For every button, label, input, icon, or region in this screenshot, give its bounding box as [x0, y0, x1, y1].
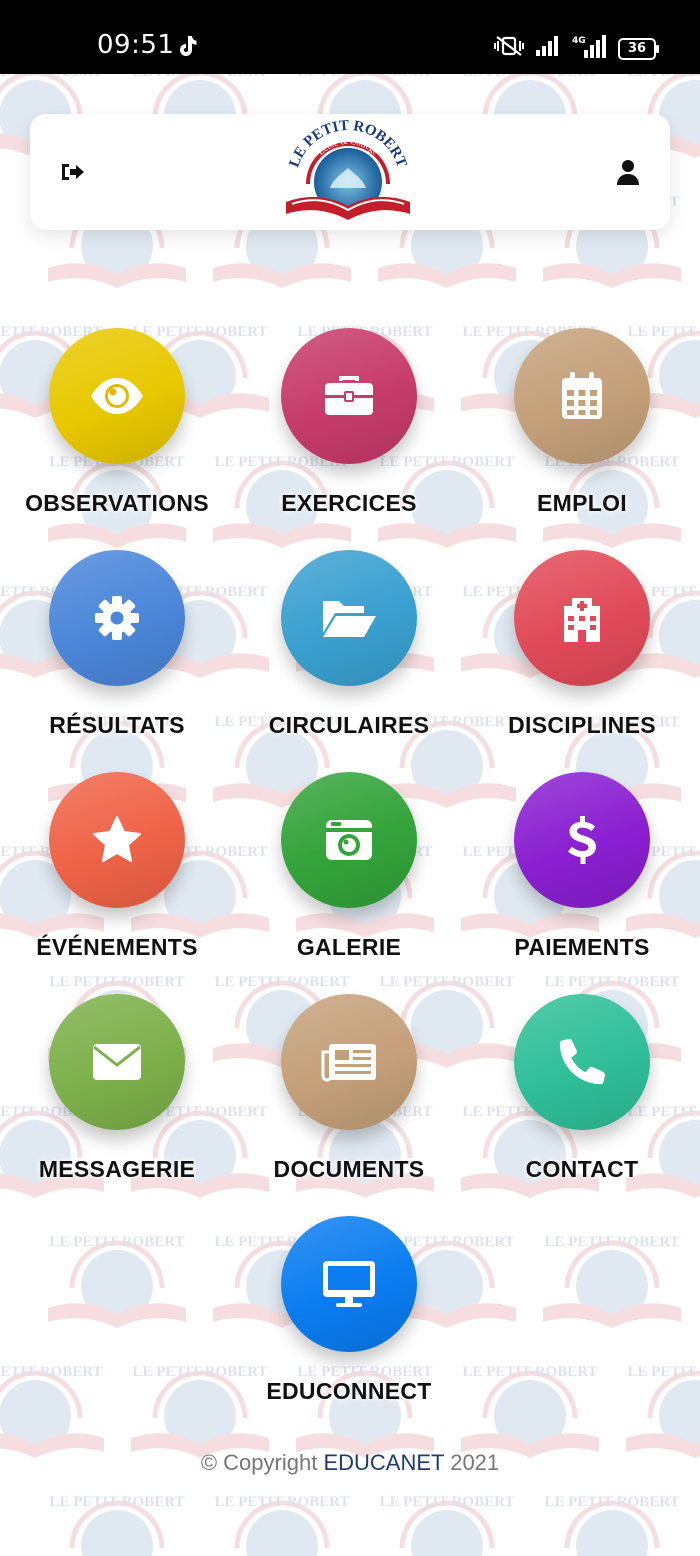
- svg-text:LE PETIT ROBERT: LE PETIT ROBERT: [49, 974, 184, 990]
- briefcase-icon: [324, 375, 374, 417]
- folder-open-icon: [321, 597, 377, 639]
- signal-4g-icon: 4G: [572, 34, 606, 63]
- circulaires-button[interactable]: [281, 550, 417, 686]
- star-icon: [91, 815, 143, 865]
- menu-tile-galerie[interactable]: GALERIE: [239, 772, 459, 972]
- disciplines-button[interactable]: [514, 550, 650, 686]
- menu-tile-observations[interactable]: OBSERVATIONS: [7, 328, 227, 528]
- status-bar: 09:51 4G 36: [0, 0, 700, 74]
- copyright-prefix: © Copyright: [200, 1450, 318, 1475]
- messagerie-button[interactable]: [49, 994, 185, 1130]
- documents-button[interactable]: [281, 994, 417, 1130]
- menu-tile-exercices[interactable]: EXERCICES: [239, 328, 459, 528]
- svg-text:LE PETIT ROBERT: LE PETIT ROBERT: [544, 1494, 679, 1510]
- calendar-icon: [561, 372, 603, 420]
- svg-text:LE PETIT ROBERT: LE PETIT ROBERT: [462, 1364, 597, 1380]
- menu-tile-educonnect[interactable]: EDUCONNECT: [239, 1216, 459, 1416]
- watermark-logo: LE PETIT ROBERT: [372, 1484, 522, 1556]
- school-logo: LE PETIT ROBERT École & Collège: [278, 118, 418, 224]
- gear-icon: [94, 595, 140, 641]
- emploi-button[interactable]: [514, 328, 650, 464]
- menu-tile-circulaires[interactable]: CIRCULAIRES: [239, 550, 459, 750]
- menu-tile-evenements[interactable]: ÉVÉNEMENTS: [7, 772, 227, 972]
- exercices-button[interactable]: [281, 328, 417, 464]
- watermark-logo: LE PETIT ROBERT: [455, 1354, 605, 1464]
- eye-icon: [89, 376, 145, 416]
- signal-icon: [536, 36, 560, 61]
- svg-text:LE PETIT ROBERT: LE PETIT ROBERT: [379, 974, 514, 990]
- tiktok-icon: [176, 34, 198, 58]
- menu-tile-resultats[interactable]: RÉSULTATS: [7, 550, 227, 750]
- envelope-icon: [92, 1043, 142, 1081]
- menu-tile-label: EXERCICES: [281, 490, 417, 516]
- watermark-logo: LE PETIT ROBERT: [42, 1484, 192, 1556]
- battery-icon: 36: [618, 37, 659, 60]
- svg-text:LE PETIT ROBERT: LE PETIT ROBERT: [49, 1494, 184, 1510]
- svg-text:LE PETIT ROBERT: LE PETIT ROBERT: [544, 1234, 679, 1250]
- copyright-brand: EDUCANET: [323, 1450, 445, 1475]
- menu-tile-label: DOCUMENTS: [273, 1156, 425, 1182]
- svg-text:LE PETIT ROBERT: LE PETIT ROBERT: [214, 974, 349, 990]
- menu-tile-label: MESSAGERIE: [38, 1156, 196, 1182]
- svg-text:LE PETIT ROBERT: LE PETIT ROBERT: [0, 1364, 103, 1380]
- contact-button[interactable]: [514, 994, 650, 1130]
- menu-tile-label: PAIEMENTS: [514, 934, 650, 960]
- menu-tile-label: RÉSULTATS: [49, 712, 185, 738]
- menu-tile-label: CIRCULAIRES: [268, 712, 430, 738]
- phone-icon: [559, 1039, 605, 1085]
- svg-text:LE PETIT ROBERT: LE PETIT ROBERT: [627, 74, 700, 80]
- status-icons: 4G 36: [494, 34, 659, 63]
- svg-text:LE PETIT ROBERT: LE PETIT ROBERT: [379, 1494, 514, 1510]
- dollar-icon: [567, 815, 597, 865]
- menu-tile-documents[interactable]: DOCUMENTS: [239, 994, 459, 1194]
- watermark-logo: LE PETIT ROBERT: [620, 1354, 700, 1464]
- menu-tile-emploi[interactable]: EMPLOI: [472, 328, 692, 528]
- menu-tile-disciplines[interactable]: DISCIPLINES: [472, 550, 692, 750]
- user-profile-icon[interactable]: [616, 159, 640, 185]
- watermark-logo: LE PETIT ROBERT: [207, 1484, 357, 1556]
- menu-tile-contact[interactable]: CONTACT: [472, 994, 692, 1194]
- svg-text:LE PETIT ROBERT: LE PETIT ROBERT: [214, 1494, 349, 1510]
- observations-button[interactable]: [49, 328, 185, 464]
- svg-text:LE PETIT ROBERT: LE PETIT ROBERT: [627, 1364, 700, 1380]
- svg-text:LE PETIT ROBERT: LE PETIT ROBERT: [132, 74, 267, 80]
- mute-vibrate-icon: [494, 35, 524, 62]
- svg-text:4G: 4G: [572, 36, 586, 46]
- svg-text:LE PETIT ROBERT: LE PETIT ROBERT: [544, 974, 679, 990]
- menu-tile-label: OBSERVATIONS: [25, 490, 209, 516]
- resultats-button[interactable]: [49, 550, 185, 686]
- menu-tile-label: EDUCONNECT: [266, 1378, 432, 1404]
- desktop-icon: [322, 1260, 376, 1308]
- menu-tile-label: GALERIE: [296, 934, 402, 960]
- paiements-button[interactable]: [514, 772, 650, 908]
- menu-tile-messagerie[interactable]: MESSAGERIE: [7, 994, 227, 1194]
- logout-icon[interactable]: [60, 161, 84, 183]
- hospital-icon: [563, 594, 601, 642]
- svg-text:LE PETIT ROBERT: LE PETIT ROBERT: [297, 74, 432, 80]
- menu-tile-paiements[interactable]: PAIEMENTS: [472, 772, 692, 972]
- copyright-year: 2021: [450, 1450, 500, 1475]
- menu-tile-label: ÉVÉNEMENTS: [36, 934, 198, 960]
- svg-text:LE PETIT ROBERT: LE PETIT ROBERT: [462, 74, 597, 80]
- svg-text:LE PETIT ROBERT: LE PETIT ROBERT: [0, 74, 103, 80]
- watermark-logo: LE PETIT ROBERT: [537, 1224, 687, 1334]
- newspaper-icon: [321, 1042, 377, 1082]
- menu-tile-label: CONTACT: [525, 1156, 639, 1182]
- watermark-logo: LE PETIT ROBERT: [0, 1354, 110, 1464]
- galerie-button[interactable]: [281, 772, 417, 908]
- menu-tile-label: DISCIPLINES: [508, 712, 656, 738]
- svg-text:LE PETIT ROBERT: LE PETIT ROBERT: [49, 1234, 184, 1250]
- menu-tile-label: EMPLOI: [537, 490, 627, 516]
- header-card: LE PETIT ROBERT École & Collège: [30, 114, 670, 230]
- camera-icon: [325, 819, 373, 861]
- educonnect-button[interactable]: [281, 1216, 417, 1352]
- evenements-button[interactable]: [49, 772, 185, 908]
- footer-copyright: © Copyright EDUCANET 2021: [0, 1450, 700, 1476]
- status-time: 09:51: [97, 30, 175, 60]
- watermark-logo: LE PETIT ROBERT: [537, 1484, 687, 1556]
- watermark-logo: LE PETIT ROBERT: [42, 1224, 192, 1334]
